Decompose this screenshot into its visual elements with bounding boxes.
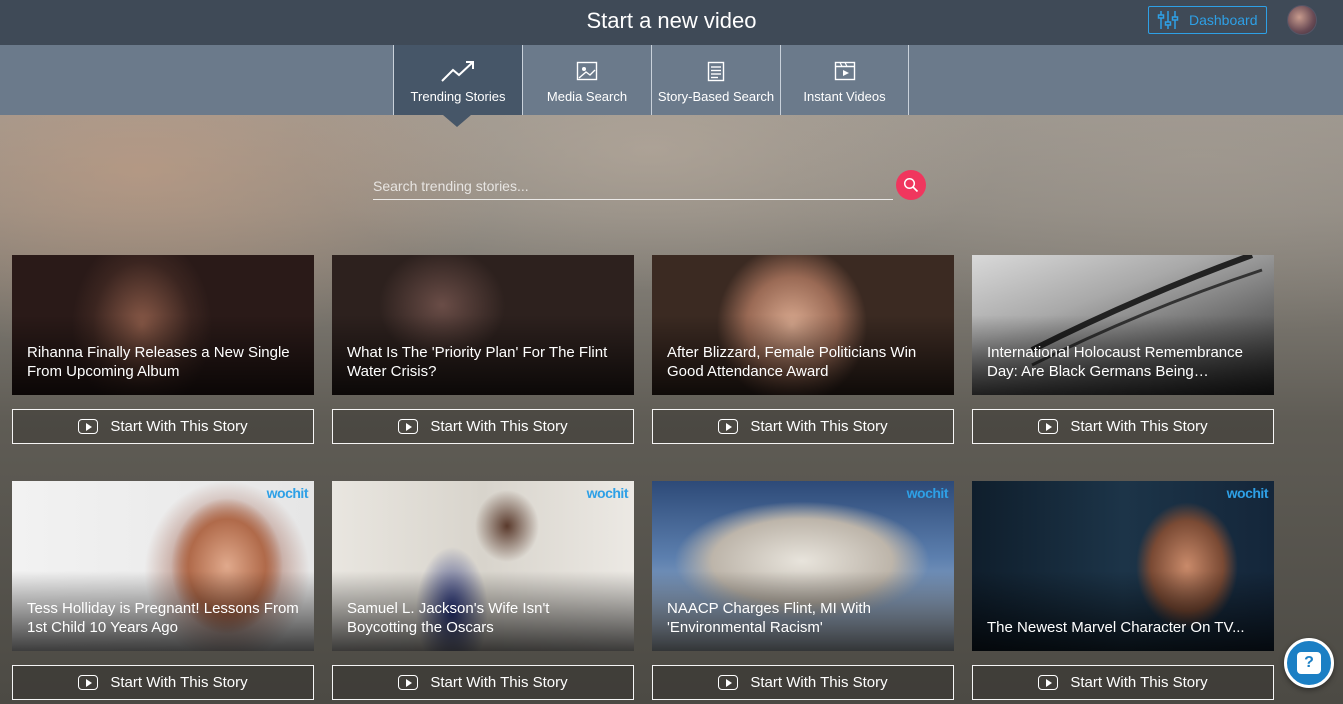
story-card: wochit NAACP Charges Flint, MI With 'Env…: [652, 481, 954, 700]
play-icon: [398, 675, 419, 690]
play-icon: [718, 675, 739, 690]
play-icon: [78, 419, 99, 434]
story-card: After Blizzard, Female Politicians Win G…: [652, 255, 954, 444]
story-title: Samuel L. Jackson's Wife Isn't Boycottin…: [347, 600, 550, 636]
start-with-story-button[interactable]: Start With This Story: [972, 665, 1274, 700]
play-icon: [398, 419, 419, 434]
search-input[interactable]: [373, 172, 893, 200]
start-button-label: Start With This Story: [110, 418, 248, 435]
story-thumbnail[interactable]: Rihanna Finally Releases a New Single Fr…: [12, 255, 314, 395]
story-title: Tess Holliday is Pregnant! Lessons From …: [27, 600, 299, 636]
search-button[interactable]: [896, 170, 926, 200]
story-title: NAACP Charges Flint, MI With 'Environmen…: [667, 600, 871, 636]
search-icon: [903, 177, 919, 193]
start-with-story-button[interactable]: Start With This Story: [12, 665, 314, 700]
start-with-story-button[interactable]: Start With This Story: [332, 665, 634, 700]
help-button[interactable]: ?: [1284, 638, 1334, 688]
start-with-story-button[interactable]: Start With This Story: [12, 409, 314, 444]
play-icon: [78, 675, 99, 690]
tab-label: Trending Stories: [410, 89, 506, 104]
trending-icon: [441, 61, 474, 82]
story-card: Rihanna Finally Releases a New Single Fr…: [12, 255, 314, 444]
story-thumbnail[interactable]: International Holocaust Remembrance Day:…: [972, 255, 1274, 395]
wochit-watermark: wochit: [586, 485, 629, 501]
start-button-label: Start With This Story: [750, 674, 888, 691]
tab-label: Media Search: [546, 89, 628, 104]
story-card: What Is The 'Priority Plan' For The Flin…: [332, 255, 634, 444]
clapper-icon: [834, 61, 855, 81]
tab-label: Story-Based Search: [657, 89, 775, 104]
story-card: wochit Samuel L. Jackson's Wife Isn't Bo…: [332, 481, 634, 700]
avatar[interactable]: [1287, 5, 1317, 35]
story-thumbnail[interactable]: wochit Samuel L. Jackson's Wife Isn't Bo…: [332, 481, 634, 651]
start-button-label: Start With This Story: [430, 418, 568, 435]
tab-media-search[interactable]: Media Search: [522, 45, 651, 115]
tab-story-based-search[interactable]: Story-Based Search: [651, 45, 780, 115]
story-thumbnail[interactable]: wochit NAACP Charges Flint, MI With 'Env…: [652, 481, 954, 651]
story-title: Rihanna Finally Releases a New Single Fr…: [27, 344, 290, 380]
active-tab-pointer: [443, 115, 471, 127]
dashboard-label: Dashboard: [1189, 12, 1258, 28]
story-title: The Newest Marvel Character On TV...: [987, 619, 1245, 636]
wochit-watermark: wochit: [906, 485, 949, 501]
document-icon: [707, 61, 725, 82]
page-title: Start a new video: [586, 8, 757, 33]
start-with-story-button[interactable]: Start With This Story: [332, 409, 634, 444]
wochit-watermark: wochit: [266, 485, 309, 501]
story-thumbnail[interactable]: After Blizzard, Female Politicians Win G…: [652, 255, 954, 395]
story-title: International Holocaust Remembrance Day:…: [987, 344, 1243, 380]
story-card: International Holocaust Remembrance Day:…: [972, 255, 1274, 444]
start-with-story-button[interactable]: Start With This Story: [972, 409, 1274, 444]
start-button-label: Start With This Story: [1070, 418, 1208, 435]
story-card: wochit Tess Holliday is Pregnant! Lesson…: [12, 481, 314, 700]
start-button-label: Start With This Story: [430, 674, 568, 691]
sliders-icon: [1157, 11, 1179, 29]
tab-instant-videos[interactable]: Instant Videos: [780, 45, 909, 115]
help-icon: ?: [1297, 652, 1321, 674]
story-thumbnail[interactable]: What Is The 'Priority Plan' For The Flin…: [332, 255, 634, 395]
tab-bar: Trending Stories Media Search Story-Base…: [0, 45, 1343, 115]
story-card: wochit The Newest Marvel Character On TV…: [972, 481, 1274, 700]
story-thumbnail[interactable]: wochit The Newest Marvel Character On TV…: [972, 481, 1274, 651]
start-with-story-button[interactable]: Start With This Story: [652, 409, 954, 444]
search-bar: [373, 170, 926, 202]
start-button-label: Start With This Story: [110, 674, 248, 691]
thumbnail-shade: [972, 571, 1274, 651]
image-icon: [576, 61, 598, 81]
story-thumbnail[interactable]: wochit Tess Holliday is Pregnant! Lesson…: [12, 481, 314, 651]
story-title: What Is The 'Priority Plan' For The Flin…: [347, 344, 608, 380]
start-button-label: Start With This Story: [1070, 674, 1208, 691]
start-button-label: Start With This Story: [750, 418, 888, 435]
tab-label: Instant Videos: [803, 89, 886, 104]
play-icon: [718, 419, 739, 434]
tab-trending-stories[interactable]: Trending Stories: [393, 45, 522, 115]
top-bar: Start a new video Dashboard: [0, 0, 1343, 45]
play-icon: [1038, 675, 1059, 690]
dashboard-button[interactable]: Dashboard: [1148, 6, 1267, 34]
story-title: After Blizzard, Female Politicians Win G…: [667, 344, 917, 380]
wochit-watermark: wochit: [1226, 485, 1269, 501]
play-icon: [1038, 419, 1059, 434]
start-with-story-button[interactable]: Start With This Story: [652, 665, 954, 700]
